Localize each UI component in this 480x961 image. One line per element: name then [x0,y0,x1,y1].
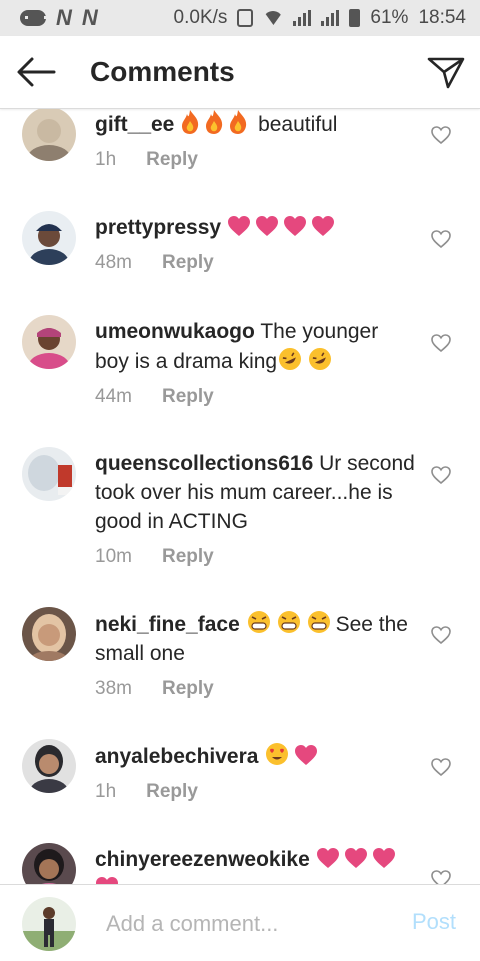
comment-username[interactable]: chinyereezenweokike [95,848,310,871]
fire-icon [230,110,247,134]
reply-button[interactable]: Reply [162,542,214,571]
reply-button[interactable]: Reply [162,382,214,411]
avatar[interactable] [22,211,76,265]
avatar[interactable] [22,739,76,793]
heart-emoji-icon [295,745,318,765]
comment-text: umeonwukaogo The younger boy is a drama … [95,317,415,376]
signal-icon [293,10,312,26]
comment-text: neki_fine_face See the small one [95,609,415,668]
like-heart-icon[interactable] [430,229,452,249]
direct-message-button[interactable] [426,54,466,90]
comment-time: 1h [95,781,117,802]
comment-text: gift__ee beautiful [95,109,415,139]
heart-emoji-icon [344,848,367,868]
grin-emoji-icon [277,611,300,633]
carrier-n-icon: N [56,5,72,30]
status-bar: N N 0.0K/s 61% 18:54 [0,0,480,36]
battery-percent: 61% [370,7,409,28]
back-button[interactable] [14,54,58,90]
comment-username[interactable]: neki_fine_face [95,613,240,636]
avatar[interactable] [22,315,76,369]
like-heart-icon[interactable] [430,333,452,353]
app-header: Comments [0,36,480,109]
like-heart-icon[interactable] [430,625,452,645]
avatar[interactable] [22,447,76,501]
reply-button[interactable]: Reply [146,777,198,806]
clock: 18:54 [418,7,466,28]
arrow-left-icon [17,57,56,87]
heart-emoji-icon [227,216,250,236]
comment-time: 38m [95,678,132,699]
reply-button[interactable]: Reply [146,145,198,174]
heart-emoji-icon [311,216,334,236]
comment-time: 48m [95,252,132,273]
vibrate-icon [237,9,254,27]
rofl-emoji-icon [279,348,302,370]
avatar[interactable] [22,109,76,161]
comment-username[interactable]: gift__ee [95,113,174,136]
reply-button[interactable]: Reply [162,248,214,277]
heart-emoji-icon [316,848,339,868]
heart-emoji-icon [283,216,306,236]
like-heart-icon[interactable] [430,757,452,777]
grin-emoji-icon [247,611,270,633]
fire-icon [182,110,199,134]
comment-time: 44m [95,386,132,407]
my-avatar [22,897,76,951]
post-button[interactable]: Post [412,909,456,935]
comments-list[interactable]: gift__ee beautiful 1h Reply prettypressy … [0,109,480,884]
comment-username[interactable]: umeonwukaogo [95,320,255,343]
comment-text: queenscollections616 Ur second took over… [95,449,415,536]
paper-plane-icon [427,57,465,89]
heart-emoji-icon [255,216,278,236]
comment-composer: Post [0,884,480,961]
signal-icon [321,10,340,26]
grin-emoji-icon [307,611,330,633]
rofl-emoji-icon [309,348,332,370]
comment-username[interactable]: anyalebechivera [95,745,258,768]
comment-message: beautiful [258,113,338,136]
reply-button[interactable]: Reply [162,674,214,703]
heart-emoji-icon [96,877,118,884]
page-title: Comments [90,56,235,87]
like-heart-icon[interactable] [430,869,452,884]
network-speed: 0.0K/s [173,7,228,28]
comment-time: 1h [95,149,117,170]
comment-time: 10m [95,546,132,567]
fire-icon [206,110,223,134]
heart-eyes-emoji-icon [266,743,289,765]
battery-icon [349,9,361,27]
carrier-n-icon: N [81,5,98,30]
like-heart-icon[interactable] [430,125,452,145]
comment-text: chinyereezenweokike [95,845,415,884]
like-heart-icon[interactable] [430,465,452,485]
comment-text: anyalebechivera [95,741,415,771]
avatar[interactable] [22,607,76,661]
avatar[interactable] [22,843,76,884]
heart-emoji-icon [372,848,395,868]
chat-notification-icon [20,10,47,26]
comment-input[interactable] [104,905,388,943]
wifi-icon [263,11,284,25]
comment-text: prettypressy [95,213,415,242]
comment-username[interactable]: prettypressy [95,216,221,239]
comment-username[interactable]: queenscollections616 [95,452,313,475]
